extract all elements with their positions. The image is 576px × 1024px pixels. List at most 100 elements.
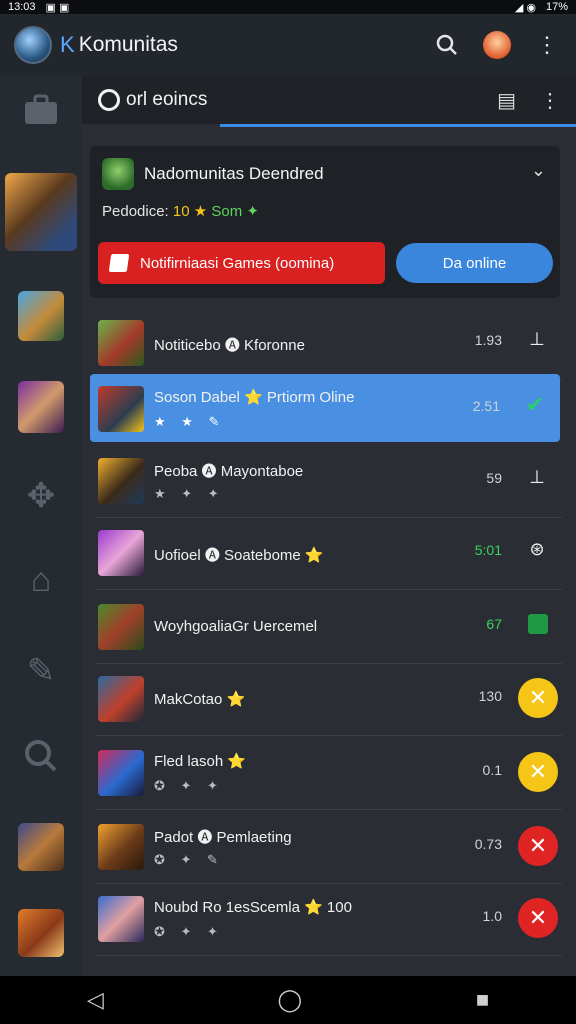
sidebar-item-home[interactable]: ⌂ — [0, 560, 82, 600]
check-icon[interactable]: ✔ — [522, 392, 548, 418]
list-item[interactable]: Peoba 🅐 Mayontaboe ★ ✦ ✦ 59 ⊥ — [96, 446, 562, 518]
close-icon[interactable]: ✕ — [518, 752, 558, 792]
avatar — [102, 158, 134, 190]
list-item[interactable]: WoyhgoaliaGr Uercemel 67 — [96, 592, 562, 664]
status-square-icon[interactable] — [528, 614, 548, 634]
row-value: 130 — [478, 688, 502, 704]
game-thumbnail — [98, 604, 144, 650]
row-title: Padot 🅐 Pemlaeting — [154, 829, 292, 846]
list-item[interactable]: Soson Dabel ⭐ Prtiorm Oline ★ ★ ✎ 2.51 ✔ — [90, 374, 560, 442]
hero-thumbnail — [5, 173, 77, 251]
app-bar: K Komunitas ⋮ — [0, 14, 576, 76]
sidebar-item-puzzle[interactable]: ✥ — [0, 476, 82, 516]
star-icon: ★ — [193, 203, 208, 220]
blue-button-label: Da online — [442, 254, 507, 272]
sidebar-item-hero-5[interactable] — [0, 908, 82, 958]
card-subtitle: Pedodice: 10 ★ Som ✦ — [102, 202, 259, 220]
row-value: 2.51 — [472, 398, 500, 414]
notifications-games-button[interactable]: Notifirniaasi Games (oomina) — [98, 242, 385, 284]
page-title: Komunitas — [78, 33, 178, 56]
row-value: 5:01 — [474, 542, 502, 558]
tab-indicator — [220, 124, 576, 127]
download-icon[interactable]: ⊥ — [524, 464, 550, 490]
hero-thumbnail — [18, 291, 64, 341]
game-thumbnail — [98, 676, 144, 722]
row-title: Fled lasoh ⭐ — [154, 753, 247, 770]
pencil-icon: ✎ — [26, 652, 56, 690]
row-value: 59 — [486, 470, 502, 486]
online-button[interactable]: Da online — [396, 243, 553, 283]
more-vert-icon[interactable]: ⋮ — [532, 30, 562, 60]
more-vert-icon[interactable]: ⋮ — [540, 88, 560, 113]
list-item[interactable]: Noubd Ro 1esScemla ⭐ 100 ✪ ✦ ✦ 1.0 ✕ — [96, 884, 562, 956]
row-value: 1.93 — [474, 332, 502, 348]
community-card: Nadomunitas Deendred ⌄ Pedodice: 10 ★ So… — [90, 146, 560, 298]
game-thumbnail — [98, 896, 144, 942]
notification-icon: ▣ ▣ — [45, 1, 70, 14]
close-icon[interactable]: ✕ — [518, 898, 558, 938]
row-badges: ★ ★ ✎ — [154, 414, 226, 429]
game-thumbnail — [98, 824, 144, 870]
download-icon[interactable]: ⊛ — [524, 536, 550, 562]
search-icon[interactable] — [98, 89, 120, 111]
briefcase-icon — [23, 94, 59, 135]
row-badges: ★ ✦ ✦ — [154, 486, 225, 501]
search-icon[interactable] — [432, 30, 462, 60]
sidebar-item-pencil[interactable]: ✎ — [0, 646, 82, 696]
profile-icon[interactable] — [482, 30, 512, 60]
row-title: Noubd Ro 1esScemla ⭐ 100 — [154, 899, 352, 916]
row-badges: ✪ ✦ ✦ — [154, 924, 224, 939]
main-panel: orl eoincs ▤ ⋮ Nadomunitas Deendred ⌄ Pe… — [82, 76, 576, 976]
sub-header: orl eoincs ▤ ⋮ — [82, 76, 576, 124]
chevron-down-icon[interactable]: ⌄ — [531, 160, 546, 181]
signal-icon: ◢ ◉ — [514, 1, 536, 14]
sidebar-item-hero-3[interactable] — [0, 380, 82, 434]
hero-thumbnail — [18, 909, 64, 957]
row-title: MakCotao ⭐ — [154, 691, 246, 708]
game-thumbnail — [98, 458, 144, 504]
hero-thumbnail — [18, 823, 64, 871]
sidebar: ✥ ⌂ ✎ — [0, 76, 82, 976]
row-value: 1.0 — [482, 908, 502, 924]
sidebar-item-hero-1[interactable] — [0, 172, 82, 252]
sidebar-item-hero-2[interactable] — [0, 290, 82, 342]
puzzle-icon: ✥ — [26, 477, 56, 515]
search-icon — [23, 738, 59, 783]
game-thumbnail — [98, 530, 144, 576]
game-thumbnail — [98, 320, 144, 366]
row-title: Peoba 🅐 Mayontaboe — [154, 463, 304, 480]
red-button-label: Notifirniaasi Games (oomina) — [140, 254, 335, 272]
close-icon[interactable]: ✕ — [518, 678, 558, 718]
download-icon[interactable]: ⊥ — [524, 326, 550, 352]
home-icon: ⌂ — [30, 560, 52, 599]
home-icon[interactable]: ◯ — [278, 987, 303, 1013]
recents-icon[interactable]: ■ — [476, 987, 489, 1013]
row-title: Notiticebo 🅐 Kforonne — [154, 337, 305, 354]
row-title: WoyhgoaliaGr Uercemel — [154, 618, 318, 635]
hero-thumbnail — [18, 381, 64, 433]
back-icon[interactable]: ◁ — [87, 987, 104, 1013]
sparkle-icon: ✦ — [246, 203, 259, 220]
list-item[interactable]: Uofioel 🅐 Soatebome ⭐ 5:01 ⊛ — [96, 518, 562, 590]
sub-green: Som — [211, 203, 243, 220]
list-item[interactable]: Fled lasoh ⭐ ✪ ✦ ✦ 0.1 ✕ — [96, 738, 562, 810]
status-time: 13:03 — [8, 1, 36, 13]
sidebar-item-search[interactable] — [0, 736, 82, 784]
game-thumbnail — [98, 750, 144, 796]
list-item[interactable]: Notiticebo 🅐 Kforonne 1.93 ⊥ — [96, 308, 562, 380]
row-badges: ✪ ✦ ✦ — [154, 778, 224, 793]
list-item[interactable]: Padot 🅐 Pemlaeting ✪ ✦ ✎ 0.73 ✕ — [96, 812, 562, 884]
game-thumbnail — [98, 386, 144, 432]
brand-letter: K — [60, 32, 75, 57]
sidebar-item-briefcase[interactable] — [0, 94, 82, 134]
sidebar-item-hero-4[interactable] — [0, 822, 82, 872]
list-icon[interactable]: ▤ — [497, 88, 516, 113]
system-nav-bar: ◁ ◯ ■ — [0, 976, 576, 1024]
row-value: 0.73 — [474, 836, 502, 852]
close-icon[interactable]: ✕ — [518, 826, 558, 866]
avatar[interactable] — [14, 26, 52, 64]
row-title: Soson Dabel ⭐ Prtiorm Oline — [154, 389, 355, 406]
sub-title: orl eoincs — [126, 89, 208, 110]
row-badges: ✪ ✦ ✎ — [154, 852, 224, 867]
list-item[interactable]: MakCotao ⭐ 130 ✕ — [96, 664, 562, 736]
